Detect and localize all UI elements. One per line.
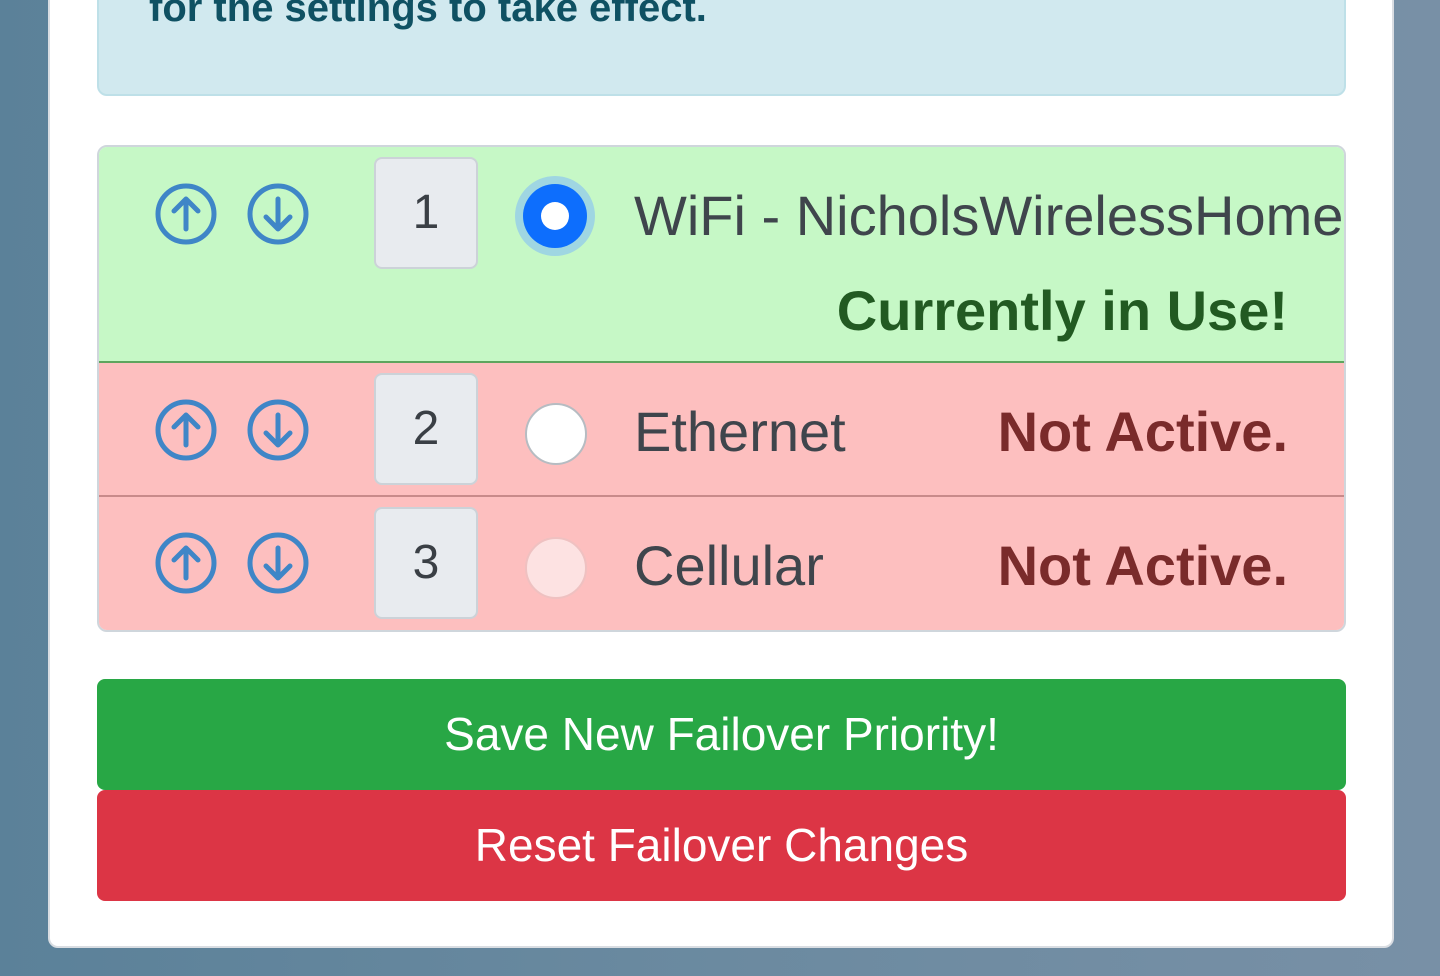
priority-number[interactable]: 3 [374, 507, 478, 619]
connection-radio-disabled [525, 537, 587, 599]
connection-row-ethernet: 2 Ethernet Not Active. [99, 363, 1344, 497]
info-alert: for the settings to take effect. [97, 0, 1346, 96]
alert-text: for the settings to take effect. [149, 0, 707, 30]
connection-radio-selected[interactable] [515, 176, 595, 256]
priority-number[interactable]: 2 [374, 373, 478, 485]
save-failover-button[interactable]: Save New Failover Priority! [97, 679, 1346, 790]
arrow-up-icon[interactable] [155, 532, 217, 594]
arrow-down-icon[interactable] [247, 532, 309, 594]
arrow-up-icon[interactable] [155, 183, 217, 245]
connection-row-wifi: 1 WiFi - NicholsWirelessHome Currently i… [99, 147, 1344, 363]
connection-name: WiFi - NicholsWirelessHome [634, 184, 1344, 247]
connection-name: Ethernet [634, 400, 846, 463]
connection-radio[interactable] [525, 403, 587, 465]
connection-row-cellular: 3 Cellular Not Active. [99, 497, 1344, 630]
arrow-down-icon[interactable] [247, 399, 309, 461]
priority-number[interactable]: 1 [374, 157, 478, 269]
status-badge: Currently in Use! [836, 279, 1288, 342]
failover-priority-list: 1 WiFi - NicholsWirelessHome Currently i… [97, 145, 1346, 632]
reset-failover-button[interactable]: Reset Failover Changes [97, 790, 1346, 901]
status-badge: Not Active. [997, 534, 1288, 597]
connection-name: Cellular [634, 534, 824, 597]
arrow-up-icon[interactable] [155, 399, 217, 461]
status-badge: Not Active. [997, 400, 1288, 463]
arrow-down-icon[interactable] [247, 183, 309, 245]
